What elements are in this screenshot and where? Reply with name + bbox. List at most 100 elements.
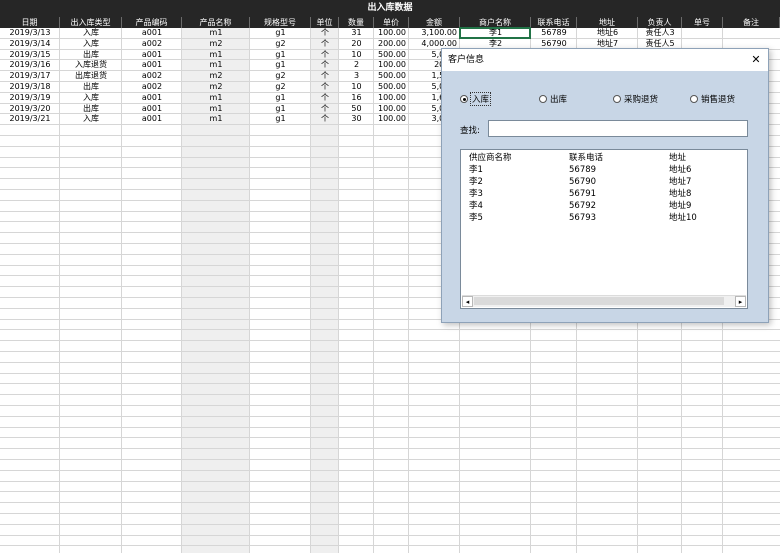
table-cell[interactable]: 56789 [531, 28, 577, 38]
radio-option[interactable]: 销售退货 [690, 93, 735, 105]
table-cell[interactable]: 出库 [60, 50, 122, 60]
table-cell[interactable]: m1 [182, 28, 250, 38]
table-cell[interactable]: 100.00 [374, 104, 409, 114]
radio-option[interactable]: 出库 [539, 93, 567, 105]
table-cell[interactable]: g1 [250, 104, 311, 114]
column-header: 单位 [311, 17, 339, 28]
list-item[interactable]: 李4 56792 地址9 [461, 200, 741, 212]
table-cell[interactable]: 2019/3/20 [0, 104, 60, 114]
table-cell[interactable]: 个 [311, 93, 339, 103]
table-cell[interactable]: 责任人3 [638, 28, 682, 38]
table-cell[interactable]: a001 [122, 114, 182, 124]
table-cell[interactable]: m2 [182, 39, 250, 49]
table-cell[interactable]: 2019/3/19 [0, 93, 60, 103]
table-cell[interactable]: g1 [250, 50, 311, 60]
table-cell[interactable]: 2019/3/16 [0, 60, 60, 70]
radio-circle-icon[interactable] [613, 95, 621, 103]
table-cell[interactable]: 入库 [60, 28, 122, 38]
table-cell[interactable]: g1 [250, 93, 311, 103]
active-cell[interactable] [459, 27, 531, 39]
list-item[interactable]: 李2 56790 地址7 [461, 176, 741, 188]
radio-circle-icon[interactable] [690, 95, 698, 103]
horizontal-scrollbar[interactable]: ◂ ▸ [462, 295, 746, 307]
table-cell[interactable]: m2 [182, 71, 250, 81]
table-cell[interactable]: 3,100.00 [409, 28, 460, 38]
table-cell[interactable]: m2 [182, 82, 250, 92]
table-cell[interactable]: 31 [339, 28, 374, 38]
table-cell[interactable]: 入库 [60, 93, 122, 103]
table-cell[interactable]: 500.00 [374, 71, 409, 81]
table-cell[interactable]: m1 [182, 50, 250, 60]
radio-circle-icon[interactable] [460, 95, 468, 103]
search-input[interactable] [488, 120, 748, 137]
table-cell[interactable]: 入库 [60, 114, 122, 124]
list-item[interactable]: 李3 56791 地址8 [461, 188, 741, 200]
table-cell[interactable]: 100.00 [374, 114, 409, 124]
table-cell[interactable]: 100.00 [374, 60, 409, 70]
table-cell[interactable]: 10 [339, 50, 374, 60]
table-cell[interactable]: 30 [339, 114, 374, 124]
table-cell[interactable]: g1 [250, 114, 311, 124]
table-cell[interactable]: 100.00 [374, 28, 409, 38]
table-cell[interactable]: 10 [339, 82, 374, 92]
close-icon[interactable]: ✕ [748, 52, 764, 68]
radio-circle-icon[interactable] [539, 95, 547, 103]
table-cell[interactable]: g2 [250, 71, 311, 81]
table-cell[interactable]: a001 [122, 104, 182, 114]
list-cell: 地址10 [669, 213, 697, 223]
table-cell[interactable]: 个 [311, 82, 339, 92]
list-item[interactable]: 李1 56789 地址6 [461, 164, 741, 176]
table-cell[interactable]: 个 [311, 39, 339, 49]
table-cell[interactable]: 2019/3/15 [0, 50, 60, 60]
table-cell[interactable]: 出库 [60, 104, 122, 114]
table-cell[interactable]: 个 [311, 50, 339, 60]
table-cell[interactable]: a001 [122, 28, 182, 38]
table-cell[interactable]: 500.00 [374, 50, 409, 60]
table-cell[interactable]: 地址6 [577, 28, 638, 38]
table-cell[interactable]: 个 [311, 114, 339, 124]
table-cell[interactable]: 个 [311, 60, 339, 70]
gridline [0, 502, 780, 504]
table-cell[interactable]: a002 [122, 71, 182, 81]
table-cell[interactable]: a002 [122, 39, 182, 49]
table-cell[interactable]: a001 [122, 60, 182, 70]
table-cell[interactable]: 500.00 [374, 82, 409, 92]
table-cell[interactable]: 50 [339, 104, 374, 114]
list-item[interactable]: 李5 56793 地址10 [461, 212, 741, 224]
table-cell[interactable]: 2019/3/21 [0, 114, 60, 124]
table-cell[interactable]: 16 [339, 93, 374, 103]
table-cell[interactable]: 出库 [60, 82, 122, 92]
supplier-listbox[interactable]: 供应商名称 联系电话 地址 李1 56789 地址6 李2 56790 地址7 李3 56791 地址… [460, 149, 748, 309]
scroll-left-icon[interactable]: ◂ [462, 296, 473, 307]
table-cell[interactable]: 20 [339, 39, 374, 49]
scroll-right-icon[interactable]: ▸ [735, 296, 746, 307]
table-cell[interactable]: 200.00 [374, 39, 409, 49]
table-cell[interactable]: 个 [311, 71, 339, 81]
table-cell[interactable]: 2019/3/13 [0, 28, 60, 38]
scroll-thumb[interactable] [474, 297, 724, 305]
table-cell[interactable]: 入库退货 [60, 60, 122, 70]
radio-option[interactable]: 入库 [460, 92, 492, 106]
table-cell[interactable]: 2019/3/18 [0, 82, 60, 92]
table-cell[interactable]: 2 [339, 60, 374, 70]
radio-option[interactable]: 采购退货 [613, 93, 658, 105]
table-cell[interactable]: m1 [182, 60, 250, 70]
table-cell[interactable]: g1 [250, 28, 311, 38]
table-cell[interactable]: 出库退货 [60, 71, 122, 81]
table-cell[interactable]: 2019/3/14 [0, 39, 60, 49]
table-cell[interactable]: a001 [122, 50, 182, 60]
table-cell[interactable]: m1 [182, 114, 250, 124]
table-cell[interactable]: 3 [339, 71, 374, 81]
table-cell[interactable]: 入库 [60, 39, 122, 49]
table-cell[interactable]: g1 [250, 60, 311, 70]
table-cell[interactable]: a002 [122, 82, 182, 92]
table-cell[interactable]: g2 [250, 82, 311, 92]
table-cell[interactable]: 个 [311, 104, 339, 114]
table-cell[interactable]: g2 [250, 39, 311, 49]
table-cell[interactable]: 100.00 [374, 93, 409, 103]
table-cell[interactable]: 2019/3/17 [0, 71, 60, 81]
table-cell[interactable]: m1 [182, 93, 250, 103]
table-cell[interactable]: a001 [122, 93, 182, 103]
table-cell[interactable]: m1 [182, 104, 250, 114]
table-cell[interactable]: 个 [311, 28, 339, 38]
